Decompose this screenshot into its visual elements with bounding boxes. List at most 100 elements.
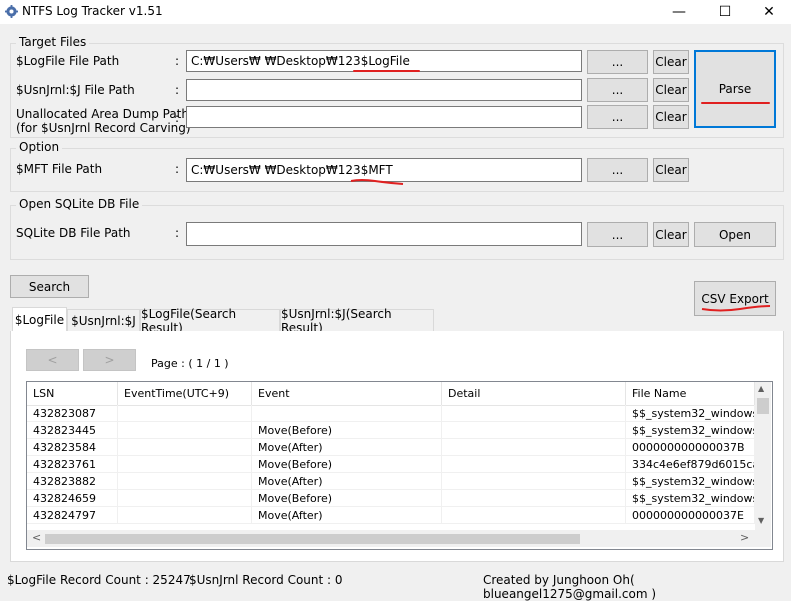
credit-text: Created by Junghoon Oh( blueangel1275@gm… <box>483 573 657 601</box>
logfile-annotation-underline <box>353 70 420 72</box>
cell-detail <box>442 439 626 456</box>
table-row[interactable]: 432823882 Move(After) $$_system32_windowsp… <box>27 473 755 490</box>
logfile-browse-button[interactable]: ... <box>587 50 648 74</box>
cell-lsn: 432823445 <box>27 422 118 439</box>
sqlite-title: Open SQLite DB File <box>16 197 143 211</box>
chevron-left-icon: < <box>47 353 58 367</box>
table-row[interactable]: 432823761 Move(Before) 334c4e6ef879d6015ca… <box>27 456 755 473</box>
usnjrnl-record-count: $UsnJrnl Record Count : 0 <box>189 573 343 587</box>
prev-page-button[interactable]: < <box>26 349 79 371</box>
sqlite-path-input[interactable] <box>186 222 582 246</box>
mft-browse-button[interactable]: ... <box>587 158 648 182</box>
cell-detail <box>442 473 626 490</box>
cell-eventtime <box>118 456 252 473</box>
cell-eventtime <box>118 405 252 422</box>
logfile-path-label: $LogFile File Path <box>16 54 120 68</box>
cell-detail <box>442 490 626 507</box>
cell-filename: $$_system32_windowspo <box>626 405 755 422</box>
cell-filename: 000000000000037E <box>626 507 755 524</box>
scroll-down-icon[interactable]: ▼ <box>758 516 764 525</box>
scroll-left-icon[interactable]: < <box>32 531 41 544</box>
cell-eventtime <box>118 473 252 490</box>
mft-clear-button[interactable]: Clear <box>653 158 689 182</box>
usnjrnl-path-input[interactable] <box>186 79 582 101</box>
cell-lsn: 432823087 <box>27 405 118 422</box>
usnjrnl-browse-button[interactable]: ... <box>587 78 648 102</box>
column-header-filename[interactable]: File Name <box>626 382 755 405</box>
unalloc-clear-button[interactable]: Clear <box>653 105 689 129</box>
column-header-lsn[interactable]: LSN <box>27 382 118 405</box>
logfile-path-input[interactable]: C:₩Users₩ ₩Desktop₩123$LogFile <box>186 50 582 72</box>
cell-lsn: 432823584 <box>27 439 118 456</box>
mft-colon: : <box>175 162 180 176</box>
horizontal-scrollbar[interactable]: < > <box>27 530 755 547</box>
scroll-corner <box>755 530 771 547</box>
tab-label: $UsnJrnl:$J <box>71 313 136 328</box>
cell-detail <box>442 456 626 473</box>
column-header-detail[interactable]: Detail <box>442 382 626 405</box>
horizontal-scroll-thumb[interactable] <box>45 534 580 544</box>
cell-detail <box>442 422 626 439</box>
cell-lsn: 432824659 <box>27 490 118 507</box>
cell-event: Move(Before) <box>252 422 442 439</box>
tab-logfile[interactable]: $LogFile <box>12 307 67 331</box>
option-title: Option <box>16 140 63 154</box>
close-button[interactable]: ✕ <box>746 0 791 24</box>
tab-usnjrnl-search-result[interactable]: $UsnJrnl:$J(Search Result) <box>280 307 434 335</box>
scroll-right-icon[interactable]: > <box>740 531 749 544</box>
sqlite-path-label: SQLite DB File Path <box>16 226 131 240</box>
page-indicator: Page : ( 1 / 1 ) <box>151 357 229 370</box>
unalloc-colon: : <box>175 111 180 125</box>
parse-annotation-underline <box>701 102 770 104</box>
app-gear-icon <box>5 5 18 18</box>
cell-eventtime <box>118 422 252 439</box>
column-header-event[interactable]: Event <box>252 382 442 405</box>
search-button[interactable]: Search <box>10 275 89 298</box>
maximize-button[interactable]: ☐ <box>702 0 748 24</box>
table-row[interactable]: 432824797 Move(After) 000000000000037E <box>27 507 755 524</box>
vertical-scrollbar[interactable]: ▲ ▼ <box>755 382 771 530</box>
cell-event: Move(After) <box>252 473 442 490</box>
cell-filename: 334c4e6ef879d6015ca60 <box>626 456 755 473</box>
sqlite-clear-button[interactable]: Clear <box>653 222 689 247</box>
unalloc-path-input[interactable] <box>186 106 582 128</box>
usnjrnl-path-label: $UsnJrnl:$J File Path <box>16 83 135 97</box>
cell-event: Move(After) <box>252 439 442 456</box>
window-title: NTFS Log Tracker v1.51 <box>22 4 163 18</box>
logfile-record-count: $LogFile Record Count : 25247 <box>7 573 191 587</box>
cell-detail <box>442 405 626 422</box>
maximize-icon: ☐ <box>718 4 732 20</box>
unalloc-browse-button[interactable]: ... <box>587 105 648 129</box>
cell-filename: $$_system32_windowspo <box>626 490 755 507</box>
table-row[interactable]: 432824659 Move(Before) $$_system32_windows… <box>27 490 755 507</box>
minimize-button[interactable]: — <box>656 0 702 24</box>
logfile-colon: : <box>175 54 180 68</box>
table-row[interactable]: 432823584 Move(After) 000000000000037B <box>27 439 755 456</box>
sqlite-browse-button[interactable]: ... <box>587 222 648 247</box>
tab-bar: $LogFile $UsnJrnl:$J $LogFile(Search Res… <box>10 307 782 335</box>
mft-annotation-underline <box>350 179 404 185</box>
cell-lsn: 432824797 <box>27 507 118 524</box>
cell-event: Move(After) <box>252 507 442 524</box>
next-page-button[interactable]: > <box>83 349 136 371</box>
cell-detail <box>442 507 626 524</box>
usnjrnl-colon: : <box>175 83 180 97</box>
sqlite-open-button[interactable]: Open <box>694 222 776 247</box>
minimize-icon: — <box>672 4 686 20</box>
vertical-scroll-thumb[interactable] <box>757 398 769 414</box>
cell-filename: 000000000000037B <box>626 439 755 456</box>
table-row[interactable]: 432823087 $$_system32_windowspo <box>27 405 755 422</box>
cell-filename: $$_system32_windowspo <box>626 422 755 439</box>
tab-usnjrnl[interactable]: $UsnJrnl:$J <box>67 309 140 331</box>
table-row[interactable]: 432823445 Move(Before) $$_system32_windows… <box>27 422 755 439</box>
scroll-up-icon[interactable]: ▲ <box>758 384 764 393</box>
cell-event: Move(Before) <box>252 456 442 473</box>
usnjrnl-clear-button[interactable]: Clear <box>653 78 689 102</box>
column-header-eventtime[interactable]: EventTime(UTC+9) <box>118 382 252 405</box>
close-icon: ✕ <box>763 4 775 20</box>
parse-button[interactable]: Parse <box>694 50 776 128</box>
tab-logfile-search-result[interactable]: $LogFile(Search Result) <box>140 307 280 335</box>
target-files-title: Target Files <box>16 35 90 49</box>
logfile-clear-button[interactable]: Clear <box>653 50 689 74</box>
table-row-partial[interactable] <box>27 524 755 527</box>
